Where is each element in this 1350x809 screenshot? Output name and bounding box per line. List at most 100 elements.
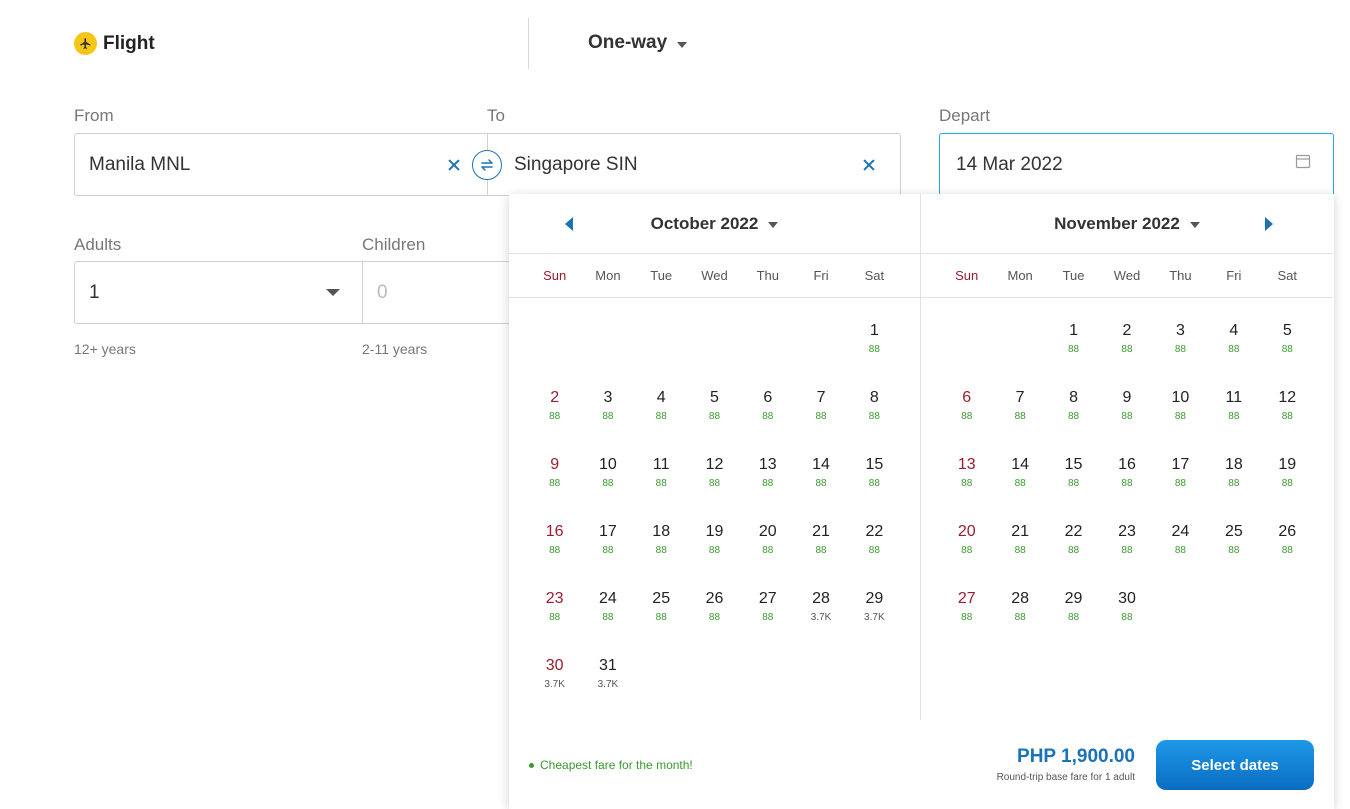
day-number: 24 <box>1171 523 1190 540</box>
clear-from-icon[interactable] <box>445 156 463 174</box>
calendar-day[interactable]: 6 88 <box>741 365 794 432</box>
one-way-dropdown[interactable]: One-way <box>588 32 688 54</box>
day-number: 26 <box>1278 523 1297 540</box>
trip-type-flight[interactable]: Flight <box>74 32 155 55</box>
calendar-day[interactable]: 1 88 <box>1047 298 1100 365</box>
calendar-day[interactable]: 2 88 <box>528 365 581 432</box>
chevron-down-icon[interactable] <box>768 222 779 228</box>
day-grid: 1 88 2 88 3 88 4 88 5 88 6 88 7 88 8 88 9 88 10 88 11 88 12 88 1… <box>509 298 920 700</box>
calendar-day[interactable]: 16 88 <box>1100 432 1153 499</box>
cheapest-fare-legend: Cheapest fare for the month! <box>529 758 693 772</box>
calendar-day[interactable]: 28 3.7K <box>794 566 847 633</box>
to-field[interactable]: Singapore SIN <box>487 133 901 196</box>
calendar-day[interactable]: 14 88 <box>993 432 1046 499</box>
calendar-day[interactable]: 18 88 <box>1207 432 1260 499</box>
day-fare: 88 <box>549 478 561 489</box>
day-fare: 88 <box>1281 478 1293 489</box>
from-field[interactable]: Manila MNL <box>74 133 488 196</box>
calendar-day[interactable]: 20 88 <box>940 499 993 566</box>
day-fare: 88 <box>602 612 614 623</box>
month-title[interactable]: November 2022 <box>1054 214 1180 234</box>
price-note: Round-trip base fare for 1 adult <box>996 772 1135 783</box>
day-number: 16 <box>545 523 564 540</box>
month-title[interactable]: October 2022 <box>651 214 759 234</box>
calendar-day[interactable]: 21 88 <box>993 499 1046 566</box>
prev-month-button[interactable] <box>565 217 573 231</box>
calendar-day[interactable]: 14 88 <box>794 432 847 499</box>
calendar-day[interactable]: 24 88 <box>1154 499 1207 566</box>
calendar-day[interactable]: 23 88 <box>528 566 581 633</box>
calendar-day[interactable]: 27 88 <box>741 566 794 633</box>
adults-select[interactable]: 1 <box>74 261 363 324</box>
calendar-day[interactable]: 13 88 <box>940 432 993 499</box>
calendar-day[interactable]: 3 88 <box>581 365 634 432</box>
calendar-day[interactable]: 26 88 <box>688 566 741 633</box>
calendar-day[interactable]: 8 88 <box>848 365 901 432</box>
calendar-day[interactable]: 18 88 <box>635 499 688 566</box>
empty-day-cell <box>688 298 741 365</box>
calendar-day[interactable]: 15 88 <box>848 432 901 499</box>
header-divider <box>528 18 529 69</box>
day-fare: 88 <box>602 411 614 422</box>
calendar-day[interactable]: 19 88 <box>1261 432 1314 499</box>
day-number: 13 <box>957 456 976 473</box>
calendar-day[interactable]: 5 88 <box>1261 298 1314 365</box>
day-number: 11 <box>1225 389 1243 406</box>
calendar-day[interactable]: 27 88 <box>940 566 993 633</box>
calendar-day[interactable]: 13 88 <box>741 432 794 499</box>
calendar-day[interactable]: 20 88 <box>741 499 794 566</box>
calendar-day[interactable]: 4 88 <box>635 365 688 432</box>
calendar-day[interactable]: 23 88 <box>1100 499 1153 566</box>
calendar-day[interactable]: 30 88 <box>1100 566 1153 633</box>
select-dates-button[interactable]: Select dates <box>1156 740 1314 790</box>
calendar-day[interactable]: 19 88 <box>688 499 741 566</box>
calendar-day[interactable]: 31 3.7K <box>581 633 634 700</box>
calendar-day[interactable]: 28 88 <box>993 566 1046 633</box>
calendar-day[interactable]: 22 88 <box>1047 499 1100 566</box>
swap-button[interactable] <box>472 150 502 180</box>
calendar-day[interactable]: 25 88 <box>1207 499 1260 566</box>
calendar-day[interactable]: 30 3.7K <box>528 633 581 700</box>
calendar-day[interactable]: 10 88 <box>581 432 634 499</box>
calendar-day[interactable]: 24 88 <box>581 566 634 633</box>
clear-to-icon[interactable] <box>860 156 878 174</box>
calendar-day[interactable]: 4 88 <box>1207 298 1260 365</box>
calendar-day[interactable]: 6 88 <box>940 365 993 432</box>
calendar-day[interactable]: 11 88 <box>635 432 688 499</box>
calendar-day[interactable]: 2 88 <box>1100 298 1153 365</box>
calendar-day[interactable]: 9 88 <box>1100 365 1153 432</box>
calendar-day[interactable]: 15 88 <box>1047 432 1100 499</box>
calendar-day[interactable]: 17 88 <box>1154 432 1207 499</box>
calendar-day[interactable]: 16 88 <box>528 499 581 566</box>
day-number: 14 <box>812 456 830 473</box>
day-fare: 88 <box>1014 411 1026 422</box>
calendar-day[interactable]: 26 88 <box>1261 499 1314 566</box>
day-number: 12 <box>705 456 724 473</box>
day-fare: 88 <box>655 545 667 556</box>
calendar-day[interactable]: 5 88 <box>688 365 741 432</box>
children-select[interactable]: 0 <box>362 261 522 324</box>
chevron-down-icon[interactable] <box>1189 222 1200 228</box>
calendar-day[interactable]: 12 88 <box>1261 365 1314 432</box>
from-label: From <box>74 106 114 125</box>
next-month-button[interactable] <box>1265 217 1273 231</box>
calendar-day[interactable]: 12 88 <box>688 432 741 499</box>
depart-field[interactable]: 14 Mar 2022 <box>939 133 1334 196</box>
day-number: 11 <box>652 456 670 473</box>
calendar-day[interactable]: 21 88 <box>794 499 847 566</box>
calendar-day[interactable]: 25 88 <box>635 566 688 633</box>
calendar-day[interactable]: 7 88 <box>794 365 847 432</box>
calendar-day[interactable]: 22 88 <box>848 499 901 566</box>
calendar-day[interactable]: 17 88 <box>581 499 634 566</box>
calendar-day[interactable]: 11 88 <box>1207 365 1260 432</box>
day-fare: 3.7K <box>597 679 619 690</box>
calendar-day[interactable]: 29 3.7K <box>848 566 901 633</box>
day-number: 29 <box>865 590 884 607</box>
calendar-day[interactable]: 29 88 <box>1047 566 1100 633</box>
calendar-day[interactable]: 9 88 <box>528 432 581 499</box>
calendar-day[interactable]: 3 88 <box>1154 298 1207 365</box>
calendar-day[interactable]: 8 88 <box>1047 365 1100 432</box>
calendar-day[interactable]: 7 88 <box>993 365 1046 432</box>
calendar-day[interactable]: 1 88 <box>848 298 901 365</box>
calendar-day[interactable]: 10 88 <box>1154 365 1207 432</box>
